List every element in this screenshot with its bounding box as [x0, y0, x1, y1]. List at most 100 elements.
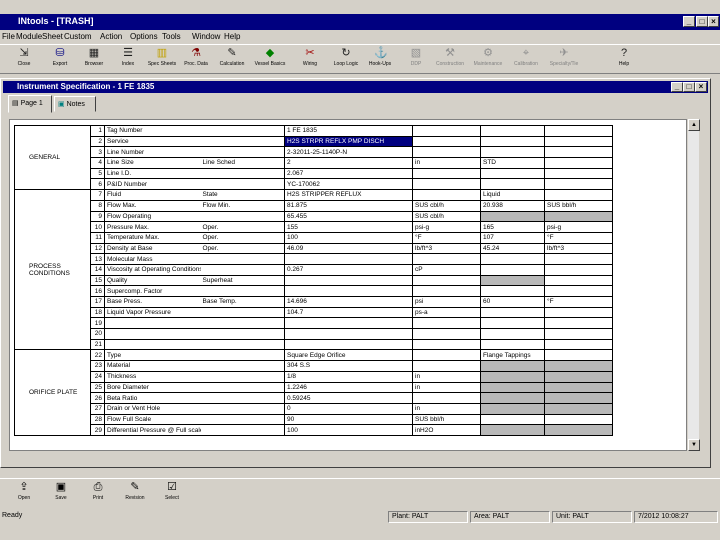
value-cell[interactable]: [480, 317, 545, 330]
unit-cell[interactable]: [544, 189, 613, 201]
unit-cell[interactable]: °F: [544, 296, 613, 308]
unit-cell[interactable]: SUS cbl/h: [412, 210, 481, 223]
unit-cell[interactable]: [544, 146, 613, 159]
value-cell[interactable]: 65.455: [284, 210, 413, 223]
unit-cell[interactable]: [544, 178, 613, 191]
unit-cell[interactable]: [544, 338, 613, 351]
toolbar-hook-ups-button[interactable]: ⚓ Hook-Ups: [362, 47, 398, 73]
bottom-print-button[interactable]: ⎙ Print: [80, 481, 116, 507]
bottom-revision-button[interactable]: ✎ Revision: [117, 481, 153, 507]
menu-tools[interactable]: Tools: [162, 32, 181, 41]
value-cell[interactable]: [480, 328, 545, 340]
scroll-up-icon[interactable]: ▲: [688, 119, 700, 131]
value-cell[interactable]: [480, 125, 545, 137]
value-cell[interactable]: [480, 178, 545, 191]
toolbar-spec-sheets-button[interactable]: ▥ Spec Sheets: [144, 47, 180, 73]
value-cell[interactable]: 165: [480, 221, 545, 233]
menu-custom[interactable]: Custom: [64, 32, 92, 41]
unit-cell[interactable]: [544, 349, 613, 362]
unit-cell[interactable]: [544, 157, 613, 169]
unit-cell[interactable]: °F: [412, 231, 481, 244]
value-cell[interactable]: 0.267: [284, 263, 413, 276]
value-cell[interactable]: [480, 402, 545, 415]
bottom-open-button[interactable]: ⇪ Open: [6, 481, 42, 507]
unit-cell[interactable]: [544, 306, 613, 319]
unit-cell[interactable]: [544, 402, 613, 415]
value-cell[interactable]: [480, 167, 545, 180]
value-cell[interactable]: 14.696: [284, 296, 413, 308]
menu-window[interactable]: Window: [192, 32, 220, 41]
unit-cell[interactable]: [412, 189, 481, 201]
menu-module[interactable]: Module: [16, 32, 42, 41]
toolbar-loop-logic-button[interactable]: ↻ Loop Logic: [328, 47, 364, 73]
value-cell[interactable]: 1.2246: [284, 381, 413, 394]
value-cell[interactable]: STD: [480, 157, 545, 169]
value-cell[interactable]: Square Edge Orifice: [284, 349, 413, 362]
value-cell[interactable]: [284, 285, 413, 297]
unit-cell[interactable]: [412, 125, 481, 137]
unit-cell[interactable]: [412, 178, 481, 191]
value-cell[interactable]: [480, 253, 545, 265]
unit-cell[interactable]: [412, 146, 481, 159]
toolbar-calibration-button[interactable]: ⌖ Calibration: [508, 47, 544, 73]
toolbar-close-button[interactable]: ⇲ Close: [6, 47, 42, 73]
toolbar-calculation-button[interactable]: ✎ Calculation: [214, 47, 250, 73]
unit-cell[interactable]: [412, 328, 481, 340]
spec-minimize-button[interactable]: _: [671, 82, 683, 92]
unit-cell[interactable]: [544, 370, 613, 383]
value-cell[interactable]: [480, 285, 545, 297]
toolbar-wiring-button[interactable]: ✂ Wiring: [292, 47, 328, 73]
value-cell[interactable]: Liquid: [480, 189, 545, 201]
value-cell[interactable]: [284, 274, 413, 287]
value-cell[interactable]: 2-32011-25-1140P-N: [284, 146, 413, 159]
unit-cell[interactable]: [544, 360, 613, 372]
unit-cell[interactable]: [544, 167, 613, 180]
unit-cell[interactable]: [412, 338, 481, 351]
toolbar-help-button[interactable]: ? Help: [606, 47, 642, 73]
toolbar-browser-button[interactable]: ▦ Browser: [76, 47, 112, 73]
menu-sheet[interactable]: Sheet: [42, 32, 63, 41]
bottom-select-button[interactable]: ☑ Select: [154, 481, 190, 507]
unit-cell[interactable]: [544, 263, 613, 276]
toolbar-specialty-tie-button[interactable]: ✈ Specialty/Tie: [546, 47, 582, 73]
toolbar-proc-data-button[interactable]: ⚗ Proc. Data: [178, 47, 214, 73]
tab-page-1[interactable]: ▤ Page 1: [8, 95, 52, 113]
value-cell[interactable]: [480, 135, 545, 148]
value-cell[interactable]: [480, 146, 545, 159]
unit-cell[interactable]: [544, 135, 613, 148]
unit-cell[interactable]: [412, 349, 481, 362]
value-cell[interactable]: 100: [284, 231, 413, 244]
value-cell[interactable]: Flange Tappings: [480, 349, 545, 362]
toolbar-export-button[interactable]: ⛁ Export: [42, 47, 78, 73]
value-cell[interactable]: 2: [284, 157, 413, 169]
value-cell[interactable]: 1 FE 1835: [284, 125, 413, 137]
maximize-button[interactable]: □: [696, 16, 708, 27]
value-cell[interactable]: 107: [480, 231, 545, 244]
unit-cell[interactable]: [412, 253, 481, 265]
unit-cell[interactable]: [412, 285, 481, 297]
unit-cell[interactable]: SUS bbl/h: [544, 199, 613, 212]
unit-cell[interactable]: [544, 210, 613, 223]
menu-action[interactable]: Action: [100, 32, 122, 41]
unit-cell[interactable]: [412, 167, 481, 180]
unit-cell[interactable]: psi-g: [412, 221, 481, 233]
unit-cell[interactable]: cP: [412, 263, 481, 276]
menu-help[interactable]: Help: [224, 32, 240, 41]
unit-cell[interactable]: [544, 285, 613, 297]
unit-cell[interactable]: [544, 253, 613, 265]
unit-cell[interactable]: [544, 413, 613, 426]
toolbar-vessel-basics-button[interactable]: ◆ Vessel Basics: [252, 47, 288, 73]
unit-cell[interactable]: lb/ft^3: [412, 242, 481, 255]
value-cell[interactable]: [480, 306, 545, 319]
unit-cell[interactable]: in: [412, 381, 481, 394]
minimize-button[interactable]: _: [683, 16, 695, 27]
spec-maximize-button[interactable]: □: [683, 82, 695, 92]
value-cell[interactable]: 2.067: [284, 167, 413, 180]
value-cell[interactable]: [480, 338, 545, 351]
unit-cell[interactable]: [412, 392, 481, 404]
value-cell[interactable]: [480, 370, 545, 383]
value-cell[interactable]: [480, 263, 545, 276]
spec-close-button[interactable]: ×: [695, 82, 707, 92]
tab-notes[interactable]: ▣ Notes: [54, 96, 96, 112]
unit-cell[interactable]: ps-a: [412, 306, 481, 319]
